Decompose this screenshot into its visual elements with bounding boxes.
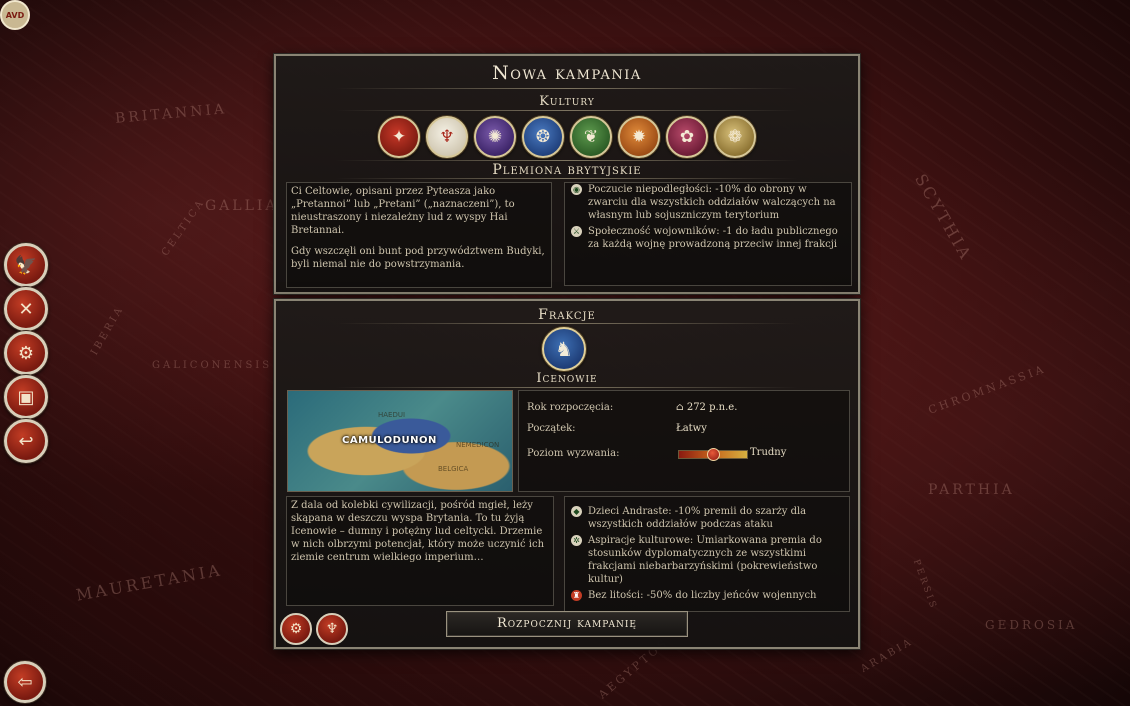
start-value: Łatwy	[676, 423, 707, 434]
trait-text: Społeczność wojowników: -1 do ładu publi…	[588, 226, 838, 250]
capital-city-label: CAMULODUNON	[342, 435, 437, 446]
slider-knob[interactable]	[707, 448, 720, 461]
nomad-icon[interactable]: ❦	[570, 116, 612, 158]
diamond-icon: ◆	[571, 506, 582, 517]
chains-icon: ♜	[571, 590, 582, 601]
map-label: MAURETANIA	[74, 560, 224, 605]
roman-eagle-icon[interactable]: ✦	[378, 116, 420, 158]
map-label: CHROMNASSIA	[926, 362, 1048, 417]
hellenic-icon[interactable]: ❂	[522, 116, 564, 158]
map-label: GALLIA	[205, 198, 279, 214]
settings-button[interactable]: ⚙	[4, 331, 48, 375]
faction-description-text: Z dala od kolebki cywilizacji, pośród mg…	[291, 500, 545, 563]
exit-button[interactable]: ⇦	[4, 661, 46, 703]
culture-traits: ◉ Poczucie niepodległości: -10% do obron…	[564, 182, 852, 286]
panel-title: Nowa kampania	[492, 62, 642, 84]
eastern-icon[interactable]: ✺	[474, 116, 516, 158]
faction-map-preview: BELGICA NEMEDICON HAEDUI CAMULODUNON	[287, 390, 513, 492]
battle-button[interactable]: ✕	[4, 287, 48, 331]
celtic-tribe-icon[interactable]: ♆	[426, 116, 468, 158]
map-label: IBERIA	[89, 303, 127, 358]
map-label: CELTICA	[159, 196, 208, 259]
start-label: Początek:	[527, 423, 576, 434]
back-button[interactable]: ↩	[4, 419, 48, 463]
map-label: GALICONENSIS	[152, 360, 273, 371]
map-small-label: NEMEDICON	[456, 441, 500, 449]
trait-text: Aspiracje kulturowe: Umiarkowana premia …	[588, 535, 822, 585]
shield-icon: ◉	[571, 184, 582, 195]
map-label: GEDROSIA	[985, 618, 1078, 632]
map-label: ARABIA	[859, 636, 916, 675]
scroll-icon: ⌂	[676, 402, 687, 413]
challenge-value: Trudny	[750, 447, 787, 458]
iceni-faction-icon[interactable]: ♞	[542, 327, 586, 371]
challenge-slider[interactable]	[678, 448, 748, 461]
start-year-label: Rok rozpoczęcia:	[527, 402, 614, 413]
victory-conditions-button[interactable]: ♆	[316, 613, 348, 645]
culture-description: Ci Celtowie, opisani przez Pyteasza jako…	[286, 182, 552, 288]
culture-list: ✦ ♆ ✺ ❂ ❦ ✹ ✿ ❁	[276, 116, 858, 158]
map-label: PARTHIA	[928, 482, 1015, 498]
faction-traits: ◆ Dzieci Andraste: -10% premii do szarży…	[564, 496, 850, 612]
game-logo-badge[interactable]: AVD	[0, 0, 30, 30]
germanic-icon[interactable]: ❁	[714, 116, 756, 158]
faction-panel: Frakcje ♞ Icenowie BELGICA NEMEDICON HAE…	[274, 299, 860, 649]
map-label: PERSIS	[910, 558, 939, 612]
trait-text: Poczucie niepodległości: -10% do obrony …	[588, 184, 836, 221]
trait-row: ⚔ Społeczność wojowników: -1 do ładu pub…	[571, 225, 847, 251]
warrior-icon: ⚔	[571, 226, 582, 237]
trait-row: ◆ Dzieci Andraste: -10% premii do szarży…	[571, 505, 845, 531]
culture-description-text: Ci Celtowie, opisani przez Pyteasza jako…	[291, 186, 515, 236]
factions-heading: Frakcje	[538, 307, 596, 323]
trait-text: Dzieci Andraste: -10% premii do szarży d…	[588, 506, 807, 530]
faction-eagle-button[interactable]: 🦅	[4, 243, 48, 287]
trait-row: ♜ Bez litości: -50% do liczby jeńców woj…	[571, 589, 845, 602]
start-campaign-button[interactable]: Rozpocznij kampanię	[446, 611, 688, 637]
map-small-label: BELGICA	[438, 465, 469, 473]
divider	[336, 323, 798, 324]
culture-description-text: Gdy wszczęli oni bunt pod przywództwem B…	[291, 246, 545, 270]
trait-text: Bez litości: -50% do liczby jeńców wojen…	[588, 590, 817, 601]
faction-description: Z dala od kolebki cywilizacji, pośród mg…	[286, 496, 554, 606]
start-year-value: ⌂ 272 p.n.e.	[676, 402, 737, 413]
divider	[336, 110, 798, 111]
divider	[336, 160, 798, 161]
divider	[336, 178, 798, 179]
trait-row: ✲ Aspiracje kulturowe: Umiarkowana premi…	[571, 534, 845, 586]
culture-icon: ✲	[571, 535, 582, 546]
encyclopedia-button[interactable]: ▣	[4, 375, 48, 419]
map-small-label: HAEDUI	[378, 411, 406, 419]
carthage-icon[interactable]: ✹	[618, 116, 660, 158]
map-label: SCYTHIA	[911, 170, 977, 265]
trait-row: ◉ Poczucie niepodległości: -10% do obron…	[571, 183, 847, 222]
start-year-text: 272 p.n.e.	[686, 402, 738, 413]
new-campaign-panel: Nowa kampania Kultury ✦ ♆ ✺ ❂ ❦ ✹ ✿ ❁ Pl…	[274, 54, 860, 294]
challenge-label: Poziom wyzwania:	[527, 448, 620, 459]
divider	[336, 88, 798, 89]
divider	[336, 387, 798, 388]
map-label: BRITANNIA	[114, 101, 228, 127]
barbarian-icon[interactable]: ✿	[666, 116, 708, 158]
campaign-settings-button[interactable]: ⚙	[280, 613, 312, 645]
cultures-heading: Kultury	[539, 94, 595, 109]
selected-culture-name: Plemiona brytyjskie	[492, 162, 642, 178]
faction-name: Icenowie	[536, 371, 598, 386]
